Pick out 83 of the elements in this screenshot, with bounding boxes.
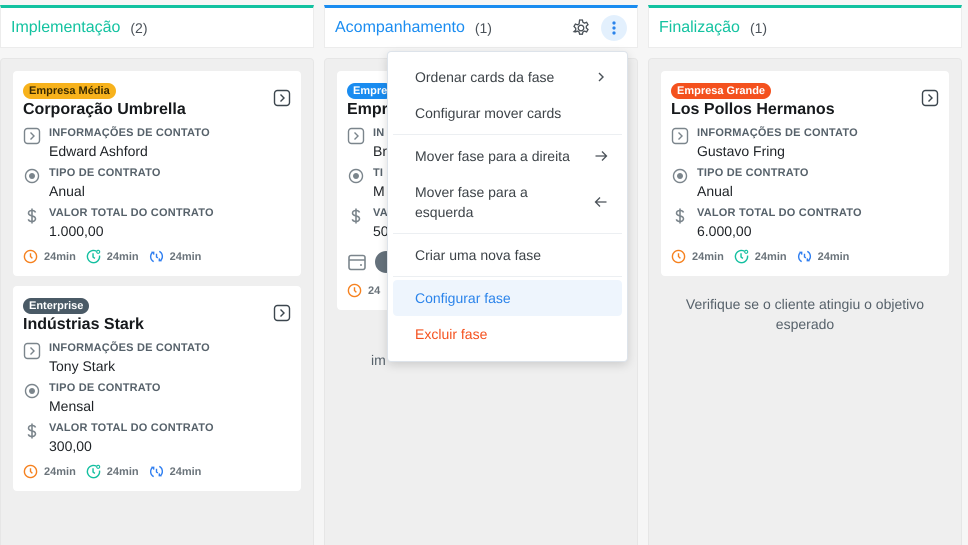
timer-text: 24min (44, 466, 76, 478)
phase-hint: Verifique se o cliente atingiu o objetivo esperado (684, 295, 926, 334)
field-value: Tony Stark (49, 358, 116, 374)
card-title: Los Pollos Hermanos (671, 101, 835, 119)
sync-icon (148, 464, 164, 479)
column-title: Implementação (11, 18, 120, 36)
clock-dot-icon (86, 464, 101, 479)
sync-icon (148, 249, 164, 264)
timer-text: 24min (106, 466, 139, 478)
radio-icon (671, 167, 689, 185)
timer-text: 24 (368, 284, 380, 296)
column-count: (2) (130, 20, 148, 36)
field-value: 6.000,00 (697, 223, 752, 239)
field-value: Edward Ashford (49, 143, 149, 159)
chevron-box-icon (671, 127, 689, 145)
field-label: VA (373, 207, 389, 219)
deal-card[interactable]: Enterprise Indústrias Stark INFORMAÇÕES DE CONTATO Tony Stark TIPO DE CONTRATO Mensal VALOR TOTAL DO CONTRATO 300,00 24min 24min 24min (13, 286, 301, 491)
field-label: INFORMAÇÕES DE CONTATO (697, 127, 858, 139)
timer-text: 24min (692, 250, 724, 262)
field-value: Br (373, 143, 387, 159)
field-label: TI (373, 167, 384, 179)
menu-item[interactable]: Mover fase para a direita (393, 138, 622, 174)
deal-card[interactable]: Empresa Média Corporação Umbrella INFORMAÇÕES DE CONTATO Edward Ashford TIPO DE CONTRATO Anual VALOR TOTAL DO CONTRATO 1.000,00 24min 24min 24min (13, 71, 301, 276)
clock-icon (347, 283, 362, 298)
field-label: IN (373, 127, 386, 139)
company-size-tag: Enterprise (23, 298, 90, 314)
field-value: Anual (49, 183, 86, 199)
menu-item[interactable]: Configurar mover cards (393, 95, 622, 131)
menu-item[interactable]: Criar uma nova fase (393, 237, 622, 273)
field-label: INFORMAÇÕES DE CONTATO (49, 342, 210, 354)
timer-text: 24min (754, 250, 787, 262)
column-title: Acompanhamento (335, 18, 465, 36)
clock-dot-icon (86, 249, 101, 264)
deal-card[interactable]: Empresa Grande Los Pollos Hermanos INFORMAÇÕES DE CONTATO Gustavo Fring TIPO DE CONTRATO Anual VALOR TOTAL DO CONTRATO 6.000,00 24min 24min 24min (661, 71, 949, 276)
clock-icon (23, 249, 38, 264)
timer-text: 24min (106, 250, 139, 262)
field-label: TIPO DE CONTRATO (49, 167, 161, 179)
menu-item[interactable]: Ordenar cards da fase (393, 59, 622, 95)
field-label: VALOR TOTAL DO CONTRATO (697, 207, 862, 219)
field-label: INFORMAÇÕES DE CONTATO (49, 127, 210, 139)
open-card-button[interactable] (273, 304, 291, 322)
radio-icon (347, 167, 365, 185)
timer-text: 24min (818, 250, 850, 262)
field-label: VALOR TOTAL DO CONTRATO (49, 422, 214, 434)
clock-dot-icon (734, 249, 749, 264)
radio-icon (23, 382, 41, 400)
timer-text: 24min (170, 466, 202, 478)
chevron-box-icon (347, 127, 365, 145)
phase-hint: im (370, 351, 387, 370)
open-card-button[interactable] (273, 89, 291, 107)
arrow-left-icon (594, 195, 608, 209)
field-value: M (373, 183, 385, 199)
chevron-box-icon (23, 342, 41, 360)
column-count: (1) (750, 20, 768, 36)
arrow-right-icon (594, 149, 608, 163)
field-label: TIPO DE CONTRATO (697, 167, 809, 179)
field-value: Anual (697, 183, 734, 199)
settings-icon[interactable] (571, 18, 591, 38)
sync-icon (796, 249, 812, 264)
clock-icon (23, 464, 38, 479)
clock-icon (671, 249, 686, 264)
column-count: (1) (474, 20, 492, 36)
company-size-tag: Empresa Média (23, 83, 116, 99)
field-value: Gustavo Fring (697, 143, 786, 159)
calendar-icon (347, 252, 367, 272)
menu-item[interactable]: Mover fase para a esquerda (393, 174, 622, 230)
field-value: 1.000,00 (49, 223, 104, 239)
field-value: 300,00 (49, 438, 93, 454)
field-value: Mensal (49, 398, 96, 414)
chevron-box-icon (23, 127, 41, 145)
card-title: Empr (347, 101, 388, 119)
radio-icon (23, 167, 41, 185)
column-title: Finalização (659, 18, 740, 36)
more-button[interactable] (601, 14, 627, 40)
field-label: TIPO DE CONTRATO (49, 382, 161, 394)
company-size-tag: Empresa Grande (671, 83, 772, 99)
timer-text: 24min (170, 250, 202, 262)
card-title: Indústrias Stark (23, 316, 144, 334)
field-label: VALOR TOTAL DO CONTRATO (49, 207, 214, 219)
more-icon (612, 20, 616, 34)
open-card-button[interactable] (921, 89, 939, 107)
card-title: Corporação Umbrella (23, 101, 186, 119)
timer-text: 24min (44, 250, 76, 262)
